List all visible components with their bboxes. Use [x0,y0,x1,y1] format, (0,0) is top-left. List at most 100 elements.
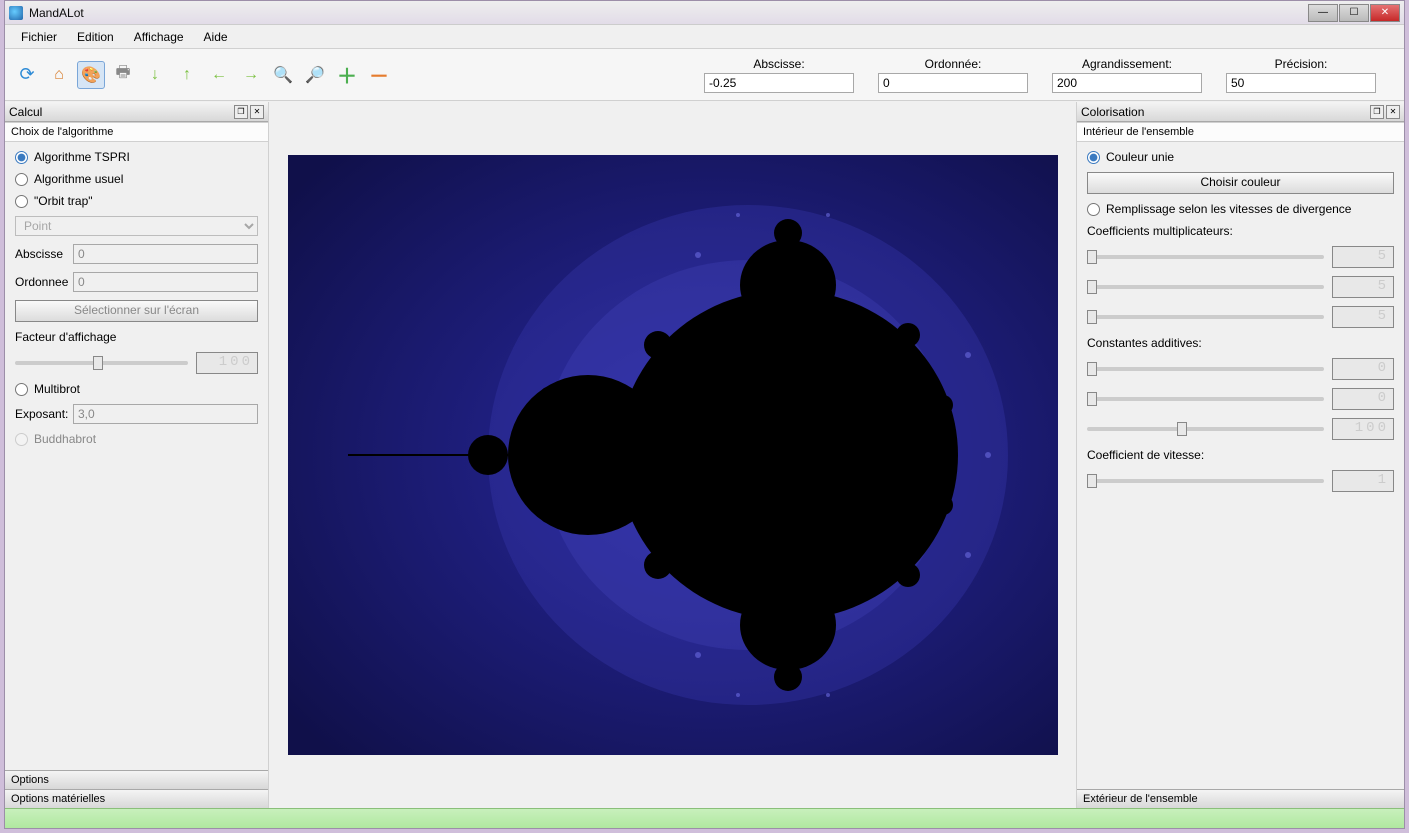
coef-mult-label: Coefficients multiplicateurs: [1087,224,1394,238]
toolbar: ⟳ ⌂ 🎨 🖶 ↓ ↑ ← → 🔍 🔎 ＋ － Abscisse: Ordonn… [5,49,1404,101]
colorisation-panel: Colorisation ❐ ✕ Intérieur de l'ensemble… [1076,102,1404,808]
buddhabrot-label: Buddhabrot [34,432,96,446]
up-icon: ↑ [183,66,191,84]
const-add-label: Constantes additives: [1087,336,1394,350]
coef-vit-label: Coefficient de vitesse: [1087,448,1394,462]
menu-fichier[interactable]: Fichier [11,27,67,47]
calcul-panel-title[interactable]: Calcul ❐ ✕ [5,102,268,122]
up-button[interactable]: ↑ [173,61,201,89]
algo-tspri-radio[interactable] [15,151,28,164]
calcul-title-text: Calcul [9,105,42,119]
down-icon: ↓ [151,66,159,84]
app-icon [9,6,23,20]
options-materielles-tab[interactable]: Options matérielles [5,789,268,808]
algo-usuel-label: Algorithme usuel [34,172,123,186]
coef-mult-lcd-1: 5 [1332,246,1394,268]
trap-abscisse-input [73,244,258,264]
plus-icon: ＋ [337,60,357,89]
const-add-lcd-1: 0 [1332,358,1394,380]
ordonnee-input[interactable] [878,73,1028,93]
couleur-unie-radio[interactable] [1087,151,1100,164]
precision-label: Précision: [1275,57,1328,71]
exterieur-tab[interactable]: Extérieur de l'ensemble [1077,789,1404,808]
zoom-in-button[interactable]: 🔍 [269,61,297,89]
refresh-button[interactable]: ⟳ [13,61,41,89]
const-add-lcd-2: 0 [1332,388,1394,410]
trap-ordonnee-input [73,272,258,292]
coef-vit-slider[interactable] [1087,479,1324,483]
coef-mult-slider-2[interactable] [1087,285,1324,289]
const-add-slider-3[interactable] [1087,427,1324,431]
abscisse-label: Abscisse: [753,57,804,71]
const-add-lcd-3: 100 [1332,418,1394,440]
coef-mult-lcd-2: 5 [1332,276,1394,298]
const-add-slider-2[interactable] [1087,397,1324,401]
window-title: MandALot [29,6,1307,20]
dock-close-icon[interactable]: ✕ [1386,105,1400,119]
facteur-label: Facteur d'affichage [15,330,258,344]
zoom-out-icon: 🔎 [305,65,325,85]
dock-close-icon[interactable]: ✕ [250,105,264,119]
right-icon: → [243,66,259,84]
abscisse-input[interactable] [704,73,854,93]
algo-orbit-radio[interactable] [15,195,28,208]
algo-orbit-label: "Orbit trap" [34,194,93,208]
canvas-area [269,102,1076,808]
home-button[interactable]: ⌂ [45,61,73,89]
const-add-slider-1[interactable] [1087,367,1324,371]
trap-abscisse-label: Abscisse [15,247,67,261]
coef-mult-lcd-3: 5 [1332,306,1394,328]
menu-edition[interactable]: Edition [67,27,124,47]
select-on-screen-button: Sélectionner sur l'écran [15,300,258,322]
coef-mult-slider-3[interactable] [1087,315,1324,319]
choisir-couleur-button[interactable]: Choisir couleur [1087,172,1394,194]
minus-icon: － [369,60,389,89]
algo-usuel-radio[interactable] [15,173,28,186]
facteur-lcd: 100 [196,352,258,374]
colorisation-title[interactable]: Colorisation ❐ ✕ [1077,102,1404,122]
save-button[interactable]: 🖶 [109,61,137,89]
home-icon: ⌂ [54,66,64,84]
client-area: Calcul ❐ ✕ Choix de l'algorithme Algorit… [5,102,1404,808]
agrandissement-input[interactable] [1052,73,1202,93]
menu-aide[interactable]: Aide [194,27,238,47]
maximize-button[interactable]: ☐ [1339,4,1369,22]
coef-mult-slider-1[interactable] [1087,255,1324,259]
refresh-icon: ⟳ [19,64,34,85]
fractal-canvas[interactable] [288,155,1058,755]
menubar: Fichier Edition Affichage Aide [5,25,1404,49]
zoom-out-button[interactable]: 🔎 [301,61,329,89]
left-button[interactable]: ← [205,61,233,89]
facteur-slider[interactable] [15,361,188,365]
down-button[interactable]: ↓ [141,61,169,89]
status-bar [5,808,1404,828]
dock-float-icon[interactable]: ❐ [234,105,248,119]
trap-ordonnee-label: Ordonnee [15,275,67,289]
zoom-in-icon: 🔍 [273,65,293,85]
remove-button[interactable]: － [365,61,393,89]
dock-float-icon[interactable]: ❐ [1370,105,1384,119]
left-icon: ← [211,66,227,84]
precision-input[interactable] [1226,73,1376,93]
colorisation-title-text: Colorisation [1081,105,1144,119]
add-button[interactable]: ＋ [333,61,361,89]
remplissage-label: Remplissage selon les vitesses de diverg… [1106,202,1351,216]
exposant-label: Exposant: [15,407,67,421]
close-button[interactable]: ✕ [1370,4,1400,22]
palette-button[interactable]: 🎨 [77,61,105,89]
coef-vit-lcd: 1 [1332,470,1394,492]
titlebar[interactable]: MandALot — ☐ ✕ [5,1,1404,25]
calcul-panel: Calcul ❐ ✕ Choix de l'algorithme Algorit… [5,102,269,808]
couleur-unie-label: Couleur unie [1106,150,1174,164]
menu-affichage[interactable]: Affichage [124,27,194,47]
right-button[interactable]: → [237,61,265,89]
algo-tspri-label: Algorithme TSPRI [34,150,130,164]
minimize-button[interactable]: — [1308,4,1338,22]
agrandissement-label: Agrandissement: [1082,57,1172,71]
remplissage-radio[interactable] [1087,203,1100,216]
multibrot-radio[interactable] [15,383,28,396]
palette-icon: 🎨 [81,65,101,85]
ordonnee-label: Ordonnée: [925,57,982,71]
interieur-header: Intérieur de l'ensemble [1077,122,1404,142]
options-tab[interactable]: Options [5,770,268,789]
